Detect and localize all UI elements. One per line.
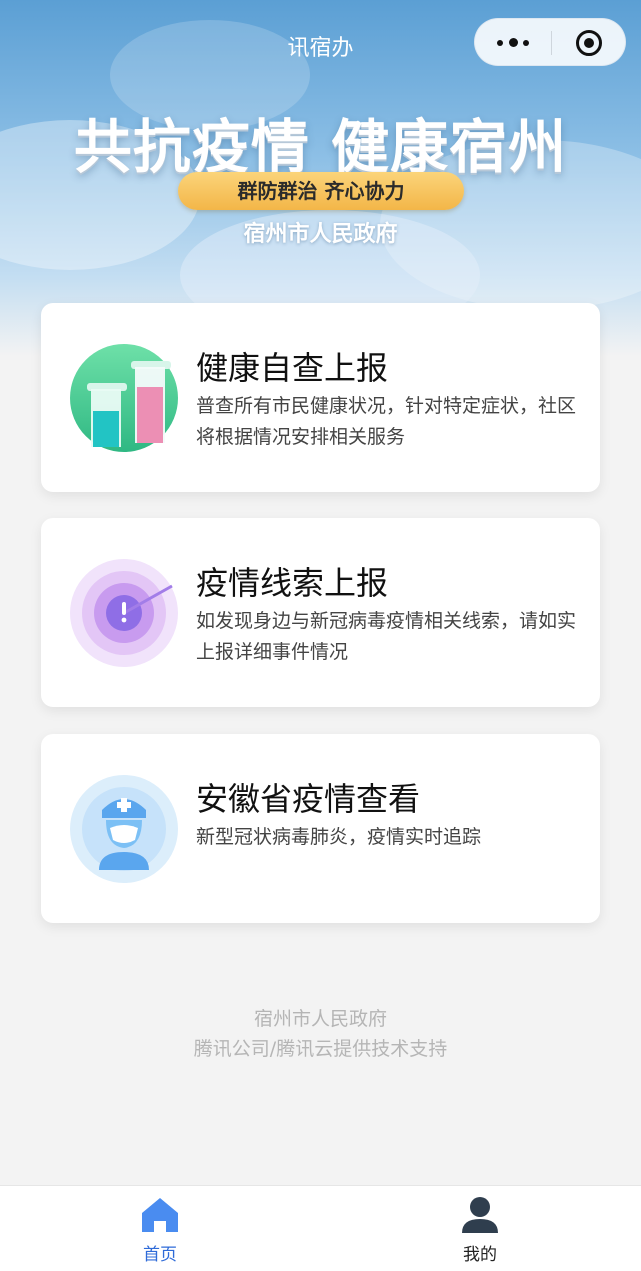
user-icon (462, 1197, 498, 1233)
test-tubes-icon (69, 343, 179, 453)
card-epidemic-clue-report[interactable]: 疫情线索上报 如发现身边与新冠病毒疫情相关线索，请如实上报详细事件情况 (41, 518, 600, 707)
radar-alert-icon (69, 558, 179, 668)
banner-organization: 宿州市人民政府 (243, 222, 398, 247)
home-icon (142, 1198, 178, 1232)
more-dots-icon[interactable] (497, 33, 533, 53)
card-description: 如发现身边与新冠病毒疫情相关线索，请如实上报详细事件情况 (196, 610, 577, 663)
credit-line-1: 宿州市人民政府 (253, 1008, 387, 1030)
capsule-divider (551, 31, 552, 55)
banner-slogan: 群防群治 齐心协力 (178, 172, 464, 210)
card-title: 安徽省疫情查看 (196, 780, 421, 818)
target-icon[interactable] (576, 30, 602, 56)
card-description: 普查所有市民健康状况，针对特定症状，社区将根据情况安排相关服务 (196, 395, 577, 448)
tab-home-label: 首页 (143, 1245, 177, 1265)
card-title: 疫情线索上报 (196, 564, 389, 602)
card-health-self-check[interactable]: 健康自查上报 普查所有市民健康状况，针对特定症状，社区将根据情况安排相关服务 (41, 303, 600, 492)
tab-mine-label: 我的 (463, 1245, 497, 1265)
card-title: 健康自查上报 (196, 349, 389, 387)
credit-line-2: 腾讯公司/腾讯云提供技术支持 (193, 1038, 448, 1060)
footer-credit: 宿州市人民政府 腾讯公司/腾讯云提供技术支持 (0, 1004, 641, 1064)
bottom-tab-bar: 首页 我的 (0, 1185, 641, 1271)
card-description: 新型冠状病毒肺炎，疫情实时追踪 (196, 826, 482, 848)
tab-home[interactable]: 首页 (100, 1196, 220, 1266)
miniprogram-capsule (474, 18, 626, 66)
tab-mine[interactable]: 我的 (420, 1196, 540, 1266)
doctor-icon (69, 774, 179, 884)
card-anhui-epidemic-view[interactable]: 安徽省疫情查看 新型冠状病毒肺炎，疫情实时追踪 (41, 734, 600, 923)
